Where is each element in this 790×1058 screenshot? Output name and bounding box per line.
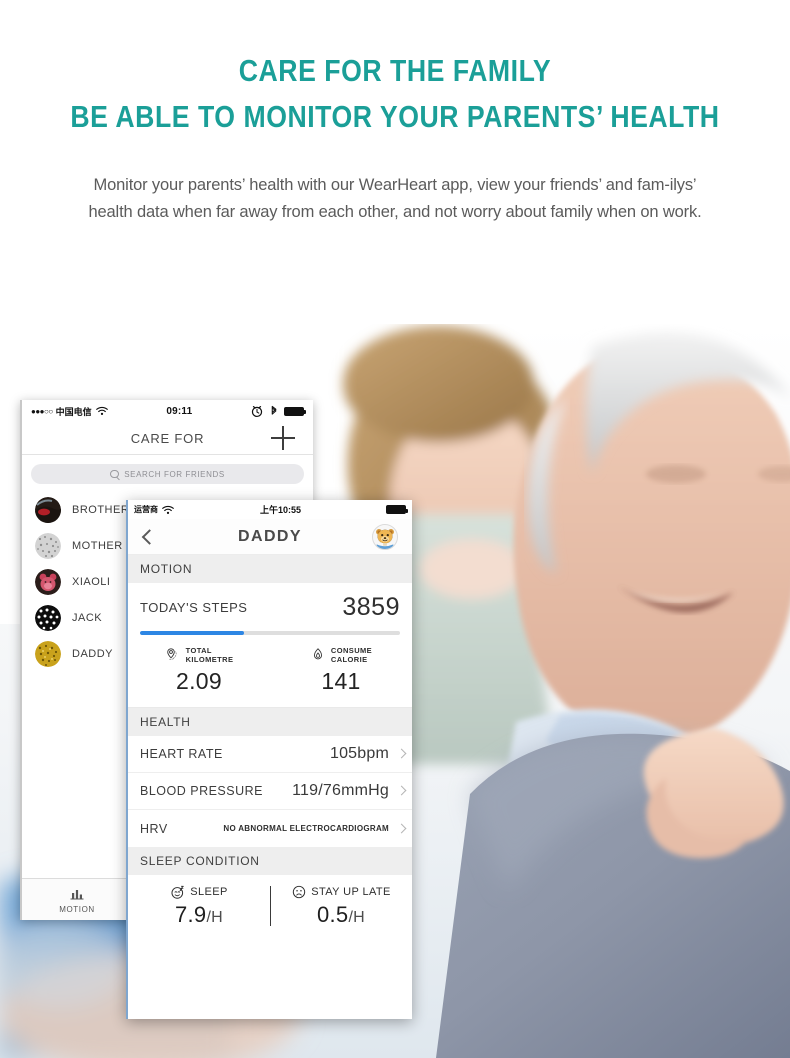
- nav-title-care-for: CARE FOR: [130, 430, 205, 446]
- page-title-line2: BE ABLE TO MONITOR YOUR PARENTS’ HEALTH: [70, 98, 720, 134]
- photo-car-avatar: [35, 497, 61, 523]
- carrier-label-right: 运营商: [134, 505, 158, 514]
- health-row-value: 119/76mmHg: [292, 782, 389, 800]
- sleep-caption: SLEEP: [190, 886, 228, 899]
- sleep-value: 7.9: [174, 902, 207, 928]
- status-time: 09:11: [166, 405, 193, 417]
- todays-steps-value: 3859: [342, 593, 400, 621]
- phone-daddy-detail-screen: 运营商 上午10:55 DADDY MOTION TODAY'S STEPS 3…: [126, 500, 412, 1019]
- section-header-sleep: SLEEP CONDITION: [128, 847, 412, 876]
- health-row-value: NO ABNORMAL ELECTROCARDIOGRAM: [223, 823, 389, 833]
- friend-name: DADDY: [72, 648, 114, 660]
- health-row-label: HRV: [140, 821, 168, 836]
- friend-name: JACK: [72, 612, 103, 624]
- sleep-caption: STAY UP LATE: [311, 886, 391, 899]
- status-bar-right: 运营商 上午10:55: [128, 500, 412, 519]
- alarm-icon: [250, 404, 264, 418]
- search-area: SEARCH FOR FRIENDS: [22, 455, 313, 488]
- health-row-hrv[interactable]: HRV NO ABNORMAL ELECTROCARDIOGRAM: [128, 810, 412, 847]
- chevron-left-icon[interactable]: [142, 531, 153, 542]
- page-root: CARE FOR THE FAMILY BE ABLE TO MONITOR Y…: [0, 0, 790, 1058]
- metric-value: 141: [321, 668, 361, 695]
- battery-full-icon: [284, 406, 306, 416]
- metric-total-kilometre[interactable]: TOTAL KILOMETRE 2.09: [128, 646, 270, 695]
- metric-value: 2.09: [176, 668, 222, 695]
- health-row-value: 105bpm: [329, 745, 389, 763]
- metric-consume-calorie[interactable]: CONSUME CALORIE 141: [270, 646, 412, 695]
- friend-name: XIAOLI: [72, 576, 111, 588]
- todays-steps-label: TODAY'S STEPS: [140, 600, 248, 615]
- metric-caption-line1: CONSUME: [330, 646, 373, 655]
- sleep-cell-sleep[interactable]: SLEEP 7.9/H: [128, 884, 270, 928]
- battery-full-icon: [386, 505, 408, 514]
- chevron-right-icon: [398, 787, 406, 795]
- glitter-gold-avatar: [35, 641, 61, 667]
- location-pin-route-icon: [165, 647, 181, 663]
- sad-face-icon: [291, 884, 307, 900]
- signal-dots-icon: ●●●○○: [31, 406, 53, 416]
- health-rows: HEART RATE 105bpm BLOOD PRESSURE 119/76m…: [128, 736, 412, 848]
- metric-caption-line2: KILOMETRE: [185, 655, 234, 665]
- friend-name: BROTHER: [72, 504, 130, 516]
- search-icon: [110, 469, 119, 479]
- flame-icon: [310, 647, 326, 663]
- bluetooth-icon: [267, 404, 281, 418]
- nav-bar-right: DADDY: [128, 519, 412, 555]
- page-title-line1: CARE FOR THE FAMILY: [238, 53, 552, 88]
- carrier-label: 中国电信: [55, 406, 92, 417]
- hero-description: Monitor your parents’ health with our We…: [88, 176, 702, 221]
- health-row-label: HEART RATE: [140, 747, 223, 762]
- sleep-metrics: SLEEP 7.9/H STAY UP LATE 0.5/H: [128, 875, 412, 939]
- sleep-value: 0.5: [316, 902, 349, 928]
- section-header-health: HEALTH: [128, 708, 412, 737]
- chevron-right-icon: [398, 750, 406, 758]
- friend-name: MOTHER: [72, 540, 123, 552]
- motion-metrics: TOTAL KILOMETRE 2.09 CONSUME CALORIE 141: [128, 635, 412, 709]
- health-row-label: BLOOD PRESSURE: [140, 784, 264, 799]
- sleep-cell-stay-up-late[interactable]: STAY UP LATE 0.5/H: [270, 884, 412, 928]
- sleep-value-wrap: 7.9/H: [175, 902, 223, 928]
- search-placeholder: SEARCH FOR FRIENDS: [124, 469, 225, 479]
- health-row-heart-rate[interactable]: HEART RATE 105bpm: [128, 736, 412, 774]
- section-header-motion: MOTION: [128, 555, 412, 583]
- wifi-icon: [161, 503, 175, 517]
- sleep-unit: /H: [206, 909, 224, 927]
- tab-motion-label: MOTION: [59, 904, 95, 914]
- chevron-right-icon: [398, 825, 406, 833]
- status-time-right: 上午10:55: [259, 505, 302, 515]
- hero-headings: CARE FOR THE FAMILY BE ABLE TO MONITOR Y…: [0, 52, 790, 136]
- metric-caption: TOTAL KILOMETRE: [186, 646, 234, 664]
- sleep-unit: /H: [348, 909, 366, 927]
- metric-caption: CONSUME CALORIE: [331, 646, 372, 664]
- search-input[interactable]: SEARCH FOR FRIENDS: [31, 464, 304, 484]
- metric-caption-line1: TOTAL: [185, 646, 212, 655]
- metric-caption-line2: CALORIE: [330, 655, 368, 665]
- tab-motion[interactable]: MOTION: [22, 886, 132, 914]
- wifi-icon: [95, 404, 109, 418]
- black-dots-avatar: [35, 605, 61, 631]
- status-bar-left: ●●●○○ 中国电信 09:11: [22, 400, 313, 422]
- sleep-value-wrap: 0.5/H: [317, 902, 365, 928]
- bar-chart-icon: [69, 886, 85, 902]
- bear-emoji-avatar[interactable]: [372, 523, 398, 550]
- glitter-silver-avatar: [35, 533, 61, 559]
- nav-title-daddy: DADDY: [238, 527, 302, 545]
- health-row-blood-pressure[interactable]: BLOOD PRESSURE 119/76mmHg: [128, 773, 412, 811]
- pink-bear-avatar: [35, 569, 61, 595]
- nav-bar-left: CARE FOR: [22, 422, 313, 455]
- add-friend-button[interactable]: [271, 426, 295, 450]
- sleeping-face-icon: [170, 884, 186, 900]
- steps-block: TODAY'S STEPS 3859: [128, 583, 412, 635]
